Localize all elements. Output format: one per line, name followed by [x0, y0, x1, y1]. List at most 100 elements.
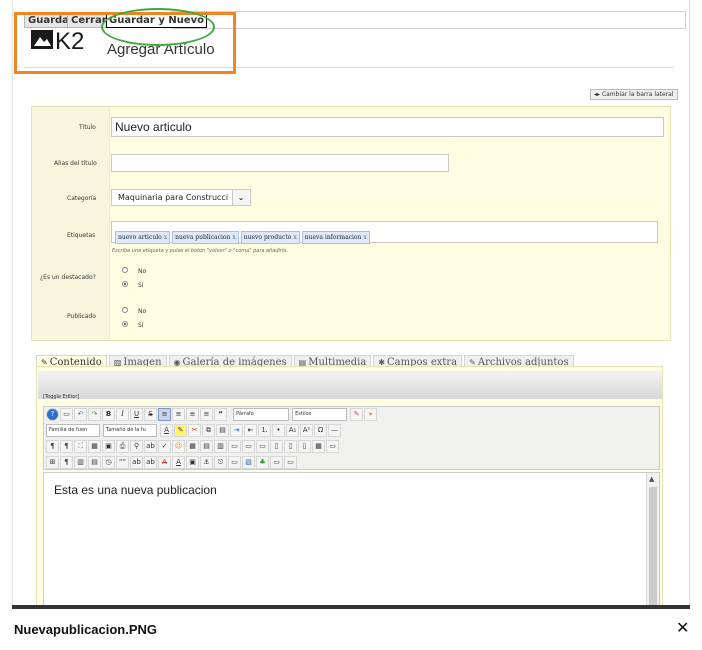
media-icon[interactable]: ♣	[256, 456, 269, 469]
align-center-icon[interactable]: ≡	[172, 408, 185, 421]
merge-cells-icon[interactable]: ▭	[326, 440, 339, 453]
row-after-icon[interactable]: ▭	[242, 440, 255, 453]
sidebar-toggle-button[interactable]: ◂▸ Cambiar la barra lateral	[590, 89, 678, 100]
scroll-up-icon[interactable]: ▲	[649, 475, 654, 483]
scroll-thumb[interactable]	[649, 487, 657, 606]
tag-chip[interactable]: nueva publicacion x	[172, 231, 239, 244]
bold-icon[interactable]: B	[102, 408, 115, 421]
alias-input[interactable]	[111, 154, 449, 172]
acronym-icon[interactable]: ab	[144, 456, 157, 469]
indent-icon[interactable]: ⇥	[230, 424, 243, 437]
title-input[interactable]	[111, 117, 664, 137]
nonbreaking-icon[interactable]: ▭	[228, 456, 241, 469]
delete-text-icon[interactable]: A	[158, 456, 171, 469]
character-map-icon[interactable]: Ω	[314, 424, 327, 437]
show-blocks-icon[interactable]: ¶	[60, 456, 73, 469]
chevron-down-icon[interactable]: ⌄	[232, 190, 249, 205]
tag-remove-icon[interactable]: x	[164, 234, 167, 241]
redo-icon[interactable]: ↷	[88, 408, 101, 421]
editor-scrollbar[interactable]: ▲	[646, 473, 659, 606]
close-icon[interactable]: ✕	[676, 618, 689, 637]
cite-icon[interactable]: “”	[116, 456, 129, 469]
new-document-icon[interactable]: ▭	[60, 408, 73, 421]
row-before-icon[interactable]: ▭	[228, 440, 241, 453]
visual-aid-icon[interactable]: ⊞	[46, 456, 59, 469]
tags-input[interactable]: nuevo articulo x nueva publicacion x nuevo p…	[111, 221, 658, 244]
abbr-icon[interactable]: ab	[130, 456, 143, 469]
insert-layer-icon[interactable]: ▥	[74, 456, 87, 469]
category-select[interactable]: Maquinaria para Construcci	[111, 189, 251, 206]
featured-yes-radio[interactable]	[122, 281, 128, 287]
read-more-icon[interactable]: ▭	[284, 456, 297, 469]
editor-content-area[interactable]: Esta es una nueva publicacion ▲	[43, 472, 660, 606]
align-justify-icon[interactable]: ≡	[158, 408, 171, 421]
outdent-icon[interactable]: ⇤	[244, 424, 257, 437]
print-icon[interactable]: ⎙	[116, 440, 129, 453]
blockquote-icon[interactable]: “	[214, 408, 227, 421]
tag-chip[interactable]: nuevo articulo x	[115, 231, 171, 244]
highlight-icon[interactable]: ✎	[174, 424, 187, 437]
page-break-icon[interactable]: ▭	[270, 456, 283, 469]
spellcheck-icon[interactable]: ✓	[158, 440, 171, 453]
align-right-icon[interactable]: ≡	[186, 408, 199, 421]
font-family-select[interactable]: Familia de fuen	[46, 424, 100, 437]
row-props-icon[interactable]: ▤	[200, 440, 213, 453]
screenshot-frame: Guardar Cerrar Guardar y Nuevo K2 Agrega…	[12, 0, 690, 606]
copy-icon[interactable]: ⧉	[202, 424, 215, 437]
template-icon[interactable]: ▦	[88, 440, 101, 453]
cell-props-icon[interactable]: ▥	[214, 440, 227, 453]
published-no-radio[interactable]	[122, 307, 128, 313]
search-icon[interactable]: ⚲	[130, 440, 143, 453]
toggle-editor-link[interactable]: [Toggle Editor]	[43, 394, 79, 400]
link-icon[interactable]: ⎋	[214, 456, 227, 469]
font-size-select[interactable]: Tamaño de la fu	[103, 424, 157, 437]
tag-chip[interactable]: nueva informacion x	[301, 231, 370, 244]
insert-time-icon[interactable]: ◷	[102, 456, 115, 469]
col-after-icon[interactable]: ▯	[284, 440, 297, 453]
editor-text[interactable]: Esta es una nueva publicacion	[54, 483, 217, 497]
tag-chip[interactable]: nuevo producto x	[240, 231, 300, 244]
subscript-icon[interactable]: A₁	[286, 424, 299, 437]
split-cells-icon[interactable]: ▦	[312, 440, 325, 453]
horizontal-rule-icon[interactable]: —	[328, 424, 341, 437]
anchor-icon[interactable]: ⚓	[200, 456, 213, 469]
tag-remove-icon[interactable]: x	[363, 234, 366, 241]
italic-icon[interactable]: I	[116, 408, 129, 421]
format-select[interactable]: Párrafo	[233, 408, 290, 421]
superscript-icon[interactable]: A¹	[300, 424, 313, 437]
eraser-icon[interactable]: ✎	[350, 408, 364, 421]
image-icon[interactable]: ▨	[242, 456, 255, 469]
emoticon-icon[interactable]: ☺	[172, 440, 185, 453]
cut-icon[interactable]: ✂	[188, 424, 201, 437]
col-before-icon[interactable]: ▯	[270, 440, 283, 453]
toolbar-row-4: ⊞ ¶ ▥ ▤ ◷ “” ab ab A A ▣ ⚓ ⎋ ▭ ▨ ♣ ▭ ▭	[46, 456, 298, 470]
tag-remove-icon[interactable]: x	[293, 234, 296, 241]
text-color-icon[interactable]: A	[160, 424, 173, 437]
align-left-icon[interactable]: ≡	[200, 408, 213, 421]
help-icon[interactable]: ?	[46, 408, 59, 421]
featured-no-radio[interactable]	[122, 267, 128, 273]
delete-col-icon[interactable]: ▯	[298, 440, 311, 453]
undo-icon[interactable]: ↶	[74, 408, 87, 421]
insert-table-icon[interactable]: ▦	[186, 440, 199, 453]
styles-select[interactable]: Estilos	[292, 408, 348, 421]
insert-text-icon[interactable]: A	[172, 456, 185, 469]
ordered-list-icon[interactable]: ⒈	[258, 424, 271, 437]
item-form: Título Alias del título Categoría Maquin…	[31, 106, 671, 341]
unordered-list-icon[interactable]: •	[272, 424, 285, 437]
fullscreen-icon[interactable]: ⛶	[74, 440, 87, 453]
category-label: Categoría	[67, 195, 97, 202]
rtl-icon[interactable]: ¶	[60, 440, 73, 453]
strikethrough-icon[interactable]: S	[144, 408, 157, 421]
paste-icon[interactable]: ▤	[216, 424, 229, 437]
preview-icon[interactable]: ▣	[102, 440, 115, 453]
tag-remove-icon[interactable]: x	[232, 234, 235, 241]
delete-row-icon[interactable]: ▭	[256, 440, 269, 453]
published-yes-radio[interactable]	[122, 321, 128, 327]
replace-icon[interactable]: ab	[144, 440, 157, 453]
insert-date-icon[interactable]: ▤	[88, 456, 101, 469]
clean-icon[interactable]: ⌖	[364, 408, 378, 421]
ltr-icon[interactable]: ¶	[46, 440, 59, 453]
underline-icon[interactable]: U	[130, 408, 143, 421]
attributes-icon[interactable]: ▣	[186, 456, 199, 469]
